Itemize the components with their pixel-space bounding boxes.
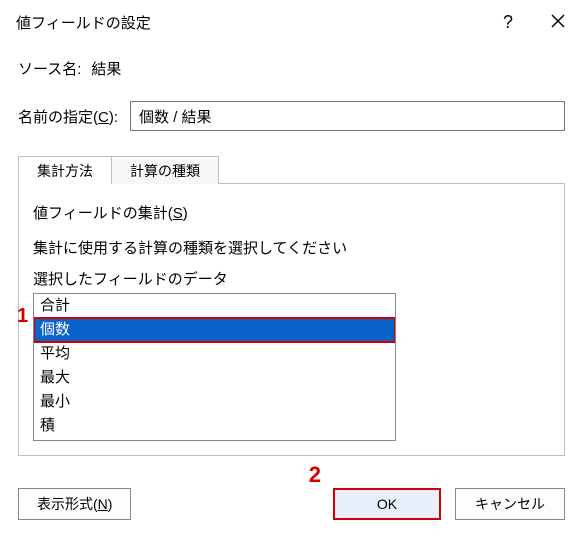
titlebar: 値フィールドの設定 ? [0, 0, 583, 44]
list-item[interactable]: 平均 [34, 342, 395, 366]
list-item[interactable]: 合計 [34, 294, 395, 318]
source-name-label: ソース名: [18, 58, 81, 79]
list-item[interactable]: 最小 [34, 390, 395, 414]
custom-name-input[interactable] [130, 101, 565, 131]
close-button[interactable] [533, 0, 583, 44]
summarize-heading: 値フィールドの集計(S) [33, 202, 550, 223]
tab-strip: 集計方法 計算の種類 [18, 156, 219, 184]
dialog-title: 値フィールドの設定 [16, 12, 483, 33]
summarize-sublabel: 選択したフィールドのデータ [33, 268, 550, 289]
cancel-button[interactable]: キャンセル [455, 488, 565, 520]
ok-button[interactable]: OK [333, 488, 441, 520]
custom-name-label: 名前の指定(C): [18, 106, 118, 127]
dialog-body: ソース名: 結果 名前の指定(C): 集計方法 計算の種類 値フィールドの集計(… [0, 44, 583, 456]
list-item[interactable]: 積 [34, 414, 395, 438]
function-listbox[interactable]: 合計 個数 平均 最大 最小 積 [33, 293, 396, 441]
button-row: 表示形式(N) OK キャンセル [0, 488, 583, 520]
annotation-1: 1 [17, 305, 28, 328]
function-listbox-wrap: 1 合計 個数 平均 最大 最小 積 [33, 293, 396, 441]
source-name-value: 結果 [91, 58, 121, 79]
summarize-description: 集計に使用する計算の種類を選択してください [33, 237, 550, 258]
help-button[interactable]: ? [483, 0, 533, 44]
annotation-2: 2 [309, 462, 321, 488]
tab-summarize-by[interactable]: 集計方法 [18, 156, 112, 184]
list-item[interactable]: 最大 [34, 366, 395, 390]
tab-panel: 集計方法 計算の種類 値フィールドの集計(S) 集計に使用する計算の種類を選択し… [18, 183, 565, 456]
source-name-row: ソース名: 結果 [18, 58, 565, 79]
value-field-settings-dialog: 値フィールドの設定 ? ソース名: 結果 名前の指定(C): 集計方法 計算の種… [0, 0, 583, 538]
list-item[interactable]: 個数 [34, 318, 395, 342]
help-icon: ? [503, 12, 513, 33]
number-format-button[interactable]: 表示形式(N) [18, 488, 131, 520]
close-icon [551, 12, 565, 33]
custom-name-row: 名前の指定(C): [18, 101, 565, 131]
tab-show-values-as[interactable]: 計算の種類 [112, 156, 219, 184]
